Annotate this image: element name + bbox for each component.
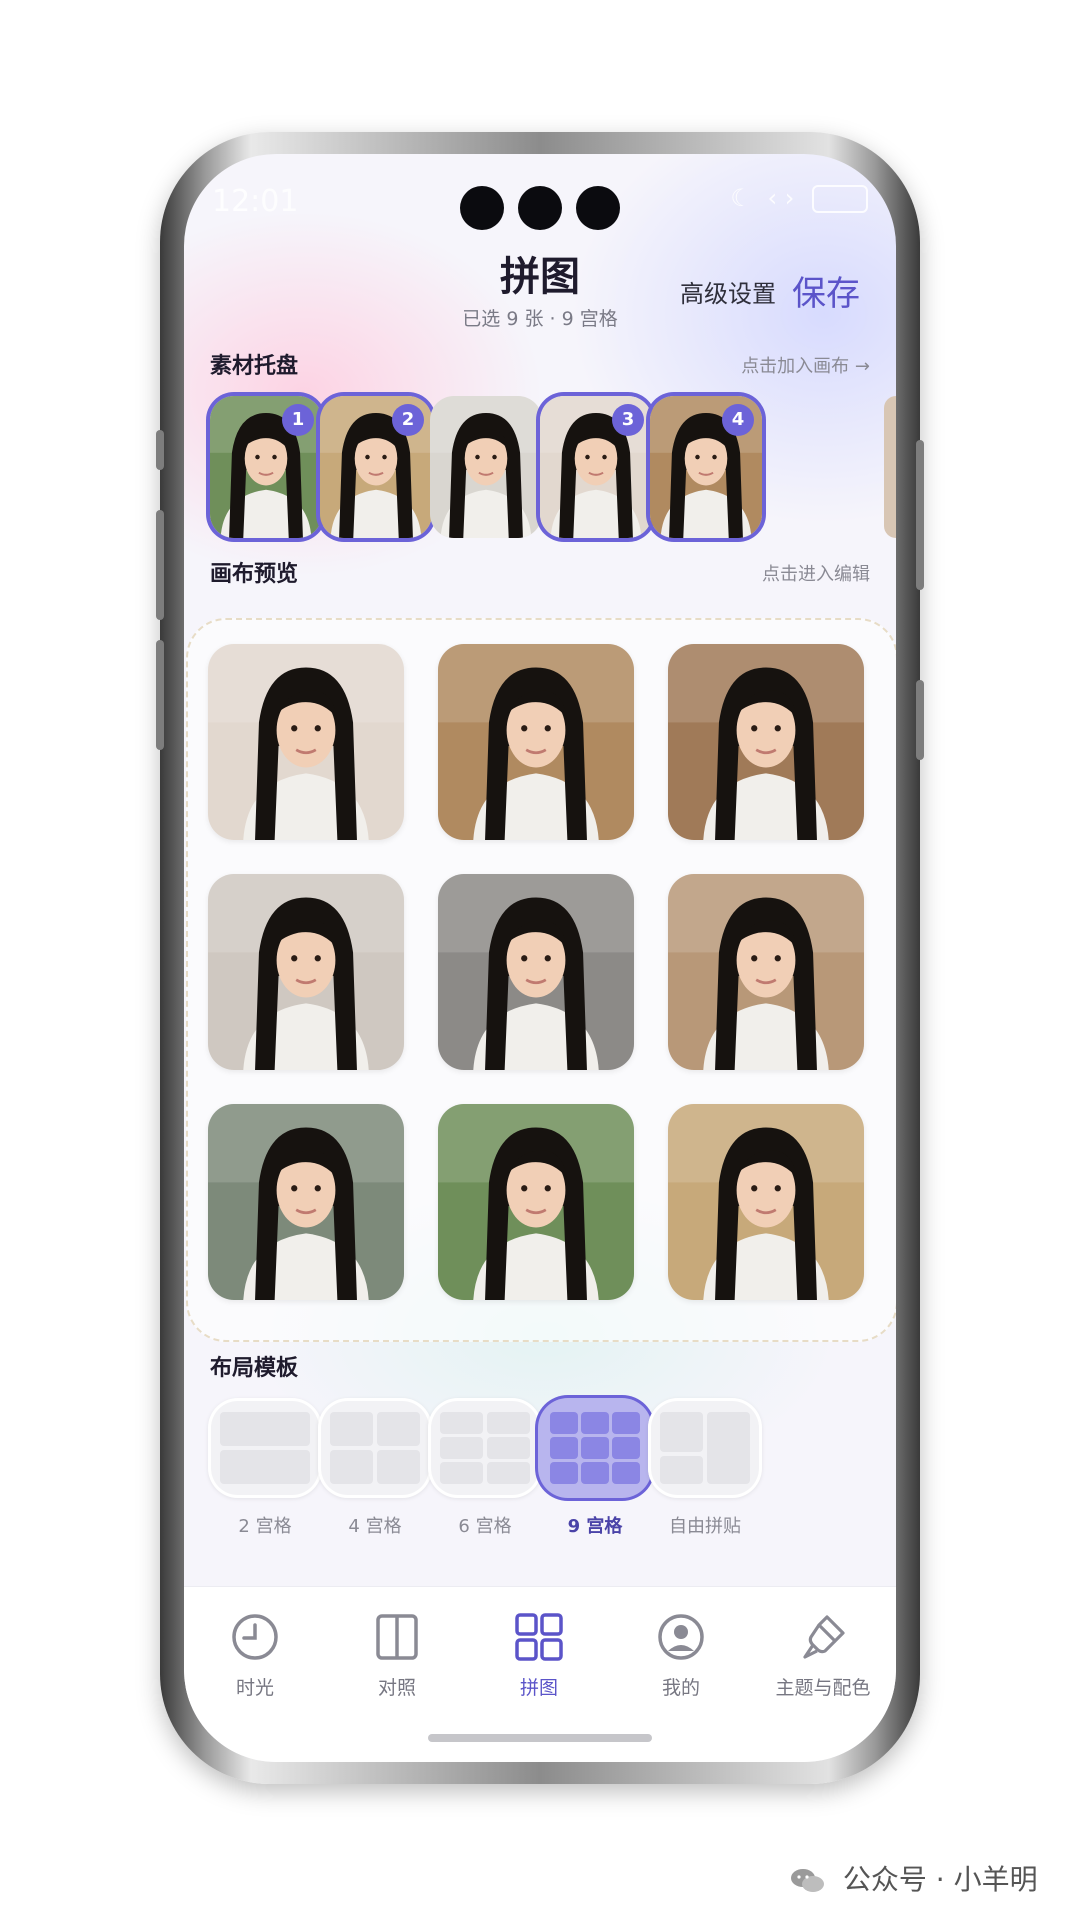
save-button[interactable]: 保存 <box>792 266 860 315</box>
clock-icon <box>184 1611 326 1667</box>
moon-icon: ☾ <box>730 184 752 212</box>
tray-item[interactable]: 1 <box>210 396 322 538</box>
templates-label: 布局模板 <box>210 1356 299 1381</box>
user-icon <box>610 1611 752 1667</box>
nav-item[interactable]: 时光 <box>184 1611 326 1700</box>
camera-lens-icon <box>460 186 504 230</box>
tray-item-partial[interactable] <box>884 396 896 538</box>
tray-item[interactable]: 2 <box>320 396 432 538</box>
nav-item[interactable]: 主题与配色 <box>752 1611 894 1700</box>
watermark-text: 公众号 · 小羊明 <box>842 1863 1038 1896</box>
nav-item-label: 我的 <box>661 1677 700 1699</box>
canvas-cell[interactable] <box>438 874 634 1070</box>
volume-up-button <box>156 510 164 620</box>
template-label: 6 宫格 <box>458 1516 512 1537</box>
template-label: 4 宫格 <box>348 1516 402 1537</box>
nav-item-label: 时光 <box>235 1677 274 1699</box>
canvas-label: 画布预览 <box>210 562 299 587</box>
nav-item[interactable]: 我的 <box>610 1611 752 1700</box>
split-view-icon <box>326 1611 468 1667</box>
template-9-grid[interactable] <box>538 1398 652 1498</box>
tray-item[interactable]: 4 <box>650 396 762 538</box>
canvas-cell[interactable] <box>438 644 634 840</box>
grid-icon <box>468 1611 610 1667</box>
side-button <box>156 430 164 470</box>
tray-item[interactable] <box>430 396 542 538</box>
watermark: 公众号 · 小羊明 <box>790 1858 1038 1898</box>
camera-lens-icon <box>518 186 562 230</box>
nav-item-label: 对照 <box>377 1677 416 1699</box>
power-button <box>916 440 924 590</box>
nav-item-label: 主题与配色 <box>775 1677 871 1699</box>
template-2-grid[interactable] <box>208 1398 322 1498</box>
battery-icon <box>812 185 868 213</box>
paint-brush-icon <box>752 1611 894 1667</box>
template-free-collage[interactable] <box>648 1398 762 1498</box>
selection-order-badge: 1 <box>282 404 314 436</box>
advanced-settings-button[interactable]: 高级设置 <box>680 274 776 309</box>
tray-label: 素材托盘 <box>210 354 299 379</box>
status-time: 12:01 <box>212 184 299 219</box>
nav-item-label: 拼图 <box>519 1677 558 1699</box>
template-4-grid[interactable] <box>318 1398 432 1498</box>
signal-icon: ‹ › <box>767 184 795 212</box>
tray-item[interactable]: 3 <box>540 396 652 538</box>
canvas-cell[interactable] <box>208 644 404 840</box>
camera-lens-icon <box>576 186 620 230</box>
side-button-right <box>916 680 924 760</box>
template-label: 9 宫格 <box>567 1516 623 1537</box>
canvas-hint[interactable]: 点击进入编辑 <box>762 560 870 586</box>
template-label: 2 宫格 <box>238 1516 292 1537</box>
selection-order-badge: 3 <box>612 404 644 436</box>
nav-item[interactable]: 拼图 <box>468 1611 610 1700</box>
canvas-cell[interactable] <box>208 1104 404 1300</box>
selection-order-badge: 2 <box>392 404 424 436</box>
nav-item[interactable]: 对照 <box>326 1611 468 1700</box>
app-screen: 12:01 ☾ ‹ › 拼图 已选 9 张 · 9 宫格 高级设置 保存 素材托… <box>184 154 896 1762</box>
canvas-cell[interactable] <box>668 1104 864 1300</box>
page-subtitle: 已选 9 张 · 9 宫格 <box>462 308 618 330</box>
canvas-cell[interactable] <box>668 644 864 840</box>
template-6-grid[interactable] <box>428 1398 542 1498</box>
canvas-cell[interactable] <box>208 874 404 1070</box>
tray-hint[interactable]: 点击加入画布 → <box>741 352 870 378</box>
volume-down-button <box>156 640 164 750</box>
home-indicator[interactable] <box>428 1734 652 1742</box>
canvas-cell[interactable] <box>438 1104 634 1300</box>
page-title: 拼图 <box>500 254 580 300</box>
canvas-cell[interactable] <box>668 874 864 1070</box>
wechat-icon <box>790 1867 826 1895</box>
status-icons: ☾ ‹ › <box>730 184 868 213</box>
selection-order-badge: 4 <box>722 404 754 436</box>
template-label: 自由拼贴 <box>669 1516 741 1537</box>
